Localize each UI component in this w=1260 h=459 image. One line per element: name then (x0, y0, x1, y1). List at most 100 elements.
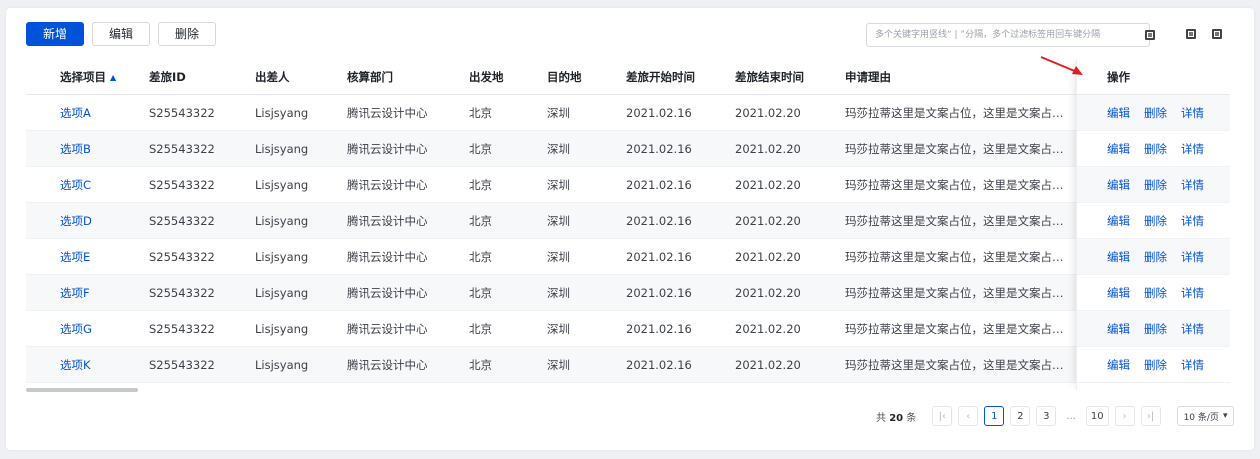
cell-to: 深圳 (547, 357, 570, 372)
detail-link[interactable]: 详情 (1181, 321, 1204, 337)
cell-reason: 玛莎拉蒂这里是文案占位，这里是文案占位... (845, 249, 1071, 264)
delete-link[interactable]: 删除 (1144, 141, 1167, 157)
prev-page-icon[interactable]: ‹ (958, 406, 979, 426)
cell-item[interactable]: 选项F (26, 285, 149, 301)
actions-row: 编辑 删除 详情 (1077, 347, 1230, 383)
edit-link[interactable]: 编辑 (1107, 213, 1130, 229)
cell-item[interactable]: 选项K (26, 357, 149, 373)
detail-link[interactable]: 详情 (1181, 177, 1204, 193)
cell-start: 2021.02.16 (626, 105, 692, 120)
cell-from: 北京 (469, 357, 492, 372)
detail-link[interactable]: 详情 (1181, 357, 1204, 373)
table-row: 选项D S25543322 Lisjsyang 腾讯云设计中心 北京 深圳 2021.02.… (26, 203, 1230, 239)
cell-end: 2021.02.20 (735, 177, 801, 192)
detail-link[interactable]: 详情 (1181, 105, 1204, 121)
table-row: 选项G S25543322 Lisjsyang 腾讯云设计中心 北京 深圳 2021.02.… (26, 311, 1230, 347)
detail-link[interactable]: 详情 (1181, 141, 1204, 157)
table-header: 选择项目 ▲ 差旅ID 出差人 核算部门 出发地 目的地 差旅开始时间 差旅结束时… (26, 59, 1230, 95)
cell-to: 深圳 (547, 285, 570, 300)
actions-row: 编辑 删除 详情 (1077, 275, 1230, 311)
col-header-to: 目的地 (547, 69, 582, 84)
first-page-icon[interactable]: |‹ (932, 406, 953, 426)
cell-reason: 玛莎拉蒂这里是文案占位，这里是文案占位... (845, 177, 1071, 192)
cell-dept: 腾讯云设计中心 (347, 177, 428, 192)
cell-start: 2021.02.16 (626, 177, 692, 192)
cell-dept: 腾讯云设计中心 (347, 357, 428, 372)
table-row: 选项K S25543322 Lisjsyang 腾讯云设计中心 北京 深圳 2021.02.… (26, 347, 1230, 383)
page-2-button[interactable]: 2 (1010, 406, 1031, 426)
data-table: 选择项目 ▲ 差旅ID 出差人 核算部门 出发地 目的地 差旅开始时间 差旅结束时… (26, 59, 1230, 390)
cell-reason: 玛莎拉蒂这里是文案占位，这里是文案占位... (845, 141, 1071, 156)
cell-from: 北京 (469, 141, 492, 156)
table-body: 选项A S25543322 Lisjsyang 腾讯云设计中心 北京 深圳 2021.02.… (26, 95, 1230, 383)
detail-link[interactable]: 详情 (1181, 213, 1204, 229)
cell-from: 北京 (469, 285, 492, 300)
edit-link[interactable]: 编辑 (1107, 249, 1130, 265)
cell-item[interactable]: 选项C (26, 177, 149, 193)
delete-link[interactable]: 删除 (1144, 249, 1167, 265)
edit-link[interactable]: 编辑 (1107, 141, 1130, 157)
cell-person: Lisjsyang (255, 105, 309, 120)
cell-end: 2021.02.20 (735, 321, 801, 336)
page-1-button[interactable]: 1 (984, 406, 1005, 426)
cell-item[interactable]: 选项D (26, 213, 149, 229)
cell-item[interactable]: 选项G (26, 321, 149, 337)
col-header-id: 差旅ID (149, 69, 186, 84)
delete-link[interactable]: 删除 (1144, 321, 1167, 337)
edit-link[interactable]: 编辑 (1107, 357, 1130, 373)
column-settings-icon[interactable] (1145, 30, 1155, 40)
detail-link[interactable]: 详情 (1181, 285, 1204, 301)
fullscreen-icon[interactable] (1186, 29, 1196, 39)
cell-id: S25543322 (149, 321, 215, 336)
add-button[interactable]: 新增 (26, 22, 85, 46)
delete-link[interactable]: 删除 (1144, 285, 1167, 301)
last-page-icon[interactable]: ›| (1140, 406, 1161, 426)
cell-item[interactable]: 选项A (26, 105, 149, 121)
cell-to: 深圳 (547, 105, 570, 120)
page-size-select[interactable]: 10 条/页 ▾ (1176, 406, 1235, 426)
cell-end: 2021.02.20 (735, 141, 801, 156)
page-3-button[interactable]: 3 (1036, 406, 1057, 426)
cell-item[interactable]: 选项B (26, 141, 149, 157)
actions-row: 编辑 删除 详情 (1077, 167, 1230, 203)
col-header-actions: 操作 (1077, 59, 1230, 95)
edit-link[interactable]: 编辑 (1107, 285, 1130, 301)
cell-item[interactable]: 选项E (26, 249, 149, 265)
delete-button[interactable]: 删除 (158, 22, 217, 46)
delete-link[interactable]: 删除 (1144, 357, 1167, 373)
edit-link[interactable]: 编辑 (1107, 177, 1130, 193)
cell-person: Lisjsyang (255, 285, 309, 300)
search-input[interactable] (875, 24, 1135, 46)
delete-link[interactable]: 删除 (1144, 105, 1167, 121)
edit-link[interactable]: 编辑 (1107, 321, 1130, 337)
cell-dept: 腾讯云设计中心 (347, 141, 428, 156)
horizontal-scrollbar[interactable] (26, 388, 138, 392)
sort-icon[interactable]: ▲ (110, 73, 116, 82)
cell-person: Lisjsyang (255, 357, 309, 372)
edit-button[interactable]: 编辑 (92, 22, 151, 46)
cell-to: 深圳 (547, 249, 570, 264)
actions-row: 编辑 删除 详情 (1077, 239, 1230, 275)
cell-person: Lisjsyang (255, 321, 309, 336)
chevron-down-icon: ▾ (1222, 411, 1228, 421)
page-last-button[interactable]: 10 (1085, 406, 1109, 426)
actions-row: 编辑 删除 详情 (1077, 95, 1230, 131)
cell-reason: 玛莎拉蒂这里是文案占位，这里是文案占位... (845, 285, 1071, 300)
cell-id: S25543322 (149, 141, 215, 156)
cell-id: S25543322 (149, 285, 215, 300)
col-header-item[interactable]: 选择项目 ▲ (26, 69, 149, 85)
table-row: 选项B S25543322 Lisjsyang 腾讯云设计中心 北京 深圳 2021.02.… (26, 131, 1230, 167)
cell-to: 深圳 (547, 321, 570, 336)
edit-link[interactable]: 编辑 (1107, 105, 1130, 121)
cell-from: 北京 (469, 249, 492, 264)
cell-person: Lisjsyang (255, 177, 309, 192)
next-page-icon[interactable]: › (1114, 406, 1135, 426)
refresh-icon[interactable] (1212, 29, 1222, 39)
cell-start: 2021.02.16 (626, 285, 692, 300)
delete-link[interactable]: 删除 (1144, 213, 1167, 229)
cell-to: 深圳 (547, 141, 570, 156)
delete-link[interactable]: 删除 (1144, 177, 1167, 193)
col-header-dept: 核算部门 (347, 69, 393, 84)
total-count: 共 20 条 (876, 412, 917, 424)
detail-link[interactable]: 详情 (1181, 249, 1204, 265)
